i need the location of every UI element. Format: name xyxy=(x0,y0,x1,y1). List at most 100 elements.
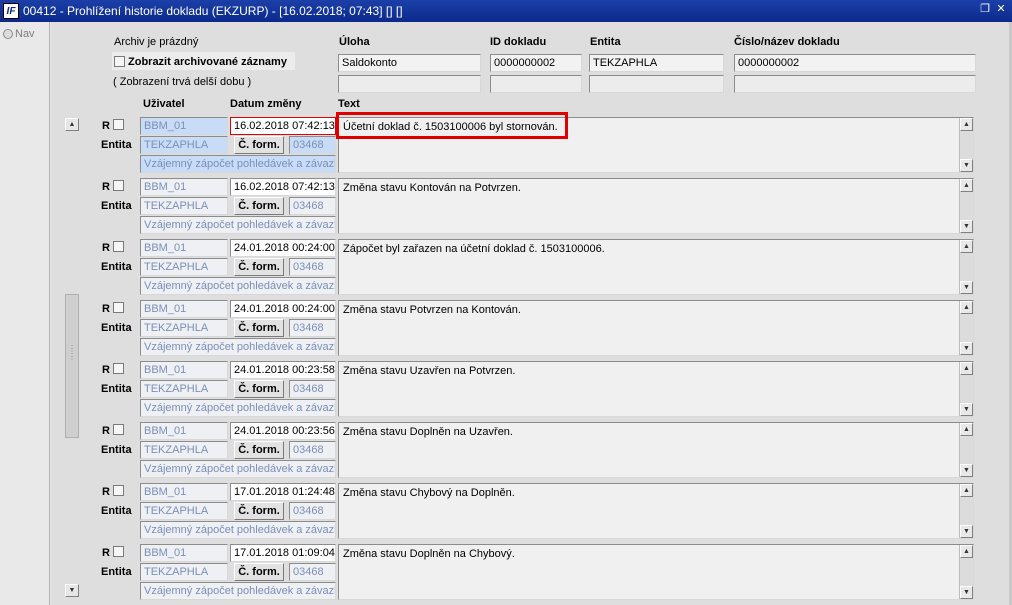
text-scrollbar[interactable]: ▲ ▼ xyxy=(959,545,973,599)
form-number-field[interactable]: 03468 xyxy=(289,136,336,154)
r-checkbox[interactable] xyxy=(113,363,124,374)
description-field[interactable]: Vzájemný zápočet pohledávek a závazků xyxy=(140,521,336,539)
form-number-field[interactable]: 03468 xyxy=(289,197,336,215)
text-area[interactable]: Zápočet byl zařazen na účetní doklad č. … xyxy=(338,239,974,295)
records-scroll-down-button[interactable]: ▼ xyxy=(65,584,79,597)
text-area[interactable]: Změna stavu Doplněn na Chybový. ▲ ▼ xyxy=(338,544,974,600)
date-field[interactable]: 24.01.2018 00:24:00 xyxy=(230,239,336,257)
entity-field[interactable]: TEKZAPHLA xyxy=(140,441,228,459)
r-checkbox[interactable] xyxy=(113,424,124,435)
description-field[interactable]: Vzájemný zápočet pohledávek a závazků xyxy=(140,277,336,295)
description-field[interactable]: Vzájemný zápočet pohledávek a závazků xyxy=(140,155,336,173)
text-area[interactable]: Změna stavu Doplněn na Uzavřen. ▲ ▼ xyxy=(338,422,974,478)
text-area[interactable]: Změna stavu Uzavřen na Potvrzen. ▲ ▼ xyxy=(338,361,974,417)
form-number-field[interactable]: 03468 xyxy=(289,380,336,398)
entita-field-2[interactable] xyxy=(589,75,724,93)
text-scroll-down-button[interactable]: ▼ xyxy=(960,403,973,416)
entity-field[interactable]: TEKZAPHLA xyxy=(140,563,228,581)
text-scroll-down-button[interactable]: ▼ xyxy=(960,220,973,233)
text-scroll-down-button[interactable]: ▼ xyxy=(960,342,973,355)
r-checkbox[interactable] xyxy=(113,302,124,313)
user-field[interactable]: BBM_01 xyxy=(140,117,228,135)
restore-icon[interactable]: ❐ xyxy=(978,3,992,17)
form-number-field[interactable]: 03468 xyxy=(289,258,336,276)
date-field[interactable]: 17.01.2018 01:09:04 xyxy=(230,544,336,562)
date-field[interactable]: 24.01.2018 00:24:00 xyxy=(230,300,336,318)
user-field[interactable]: BBM_01 xyxy=(140,178,228,196)
date-field[interactable]: 17.01.2018 01:24:48 xyxy=(230,483,336,501)
text-scrollbar[interactable]: ▲ ▼ xyxy=(959,179,973,233)
entity-field[interactable]: TEKZAPHLA xyxy=(140,136,228,154)
text-scroll-down-button[interactable]: ▼ xyxy=(960,525,973,538)
user-field[interactable]: BBM_01 xyxy=(140,544,228,562)
form-button[interactable]: Č. form. xyxy=(234,563,284,581)
r-checkbox[interactable] xyxy=(113,119,124,130)
description-field[interactable]: Vzájemný zápočet pohledávek a závazků xyxy=(140,460,336,478)
records-scroll-thumb[interactable]: ⋮ ⋮ xyxy=(65,294,79,438)
text-scrollbar[interactable]: ▲ ▼ xyxy=(959,240,973,294)
text-scrollbar[interactable]: ▲ ▼ xyxy=(959,118,973,172)
user-field[interactable]: BBM_01 xyxy=(140,422,228,440)
r-checkbox[interactable] xyxy=(113,485,124,496)
text-scroll-up-button[interactable]: ▲ xyxy=(960,423,973,436)
form-number-field[interactable]: 03468 xyxy=(289,502,336,520)
user-field[interactable]: BBM_01 xyxy=(140,483,228,501)
cislo-field[interactable]: 0000000002 xyxy=(734,54,976,72)
entity-field[interactable]: TEKZAPHLA xyxy=(140,258,228,276)
form-button[interactable]: Č. form. xyxy=(234,380,284,398)
id-field[interactable]: 0000000002 xyxy=(490,54,582,72)
text-scroll-down-button[interactable]: ▼ xyxy=(960,159,973,172)
text-area[interactable]: Změna stavu Potvrzen na Kontován. ▲ ▼ xyxy=(338,300,974,356)
text-scroll-up-button[interactable]: ▲ xyxy=(960,301,973,314)
text-scroll-down-button[interactable]: ▼ xyxy=(960,586,973,599)
user-field[interactable]: BBM_01 xyxy=(140,300,228,318)
text-scroll-up-button[interactable]: ▲ xyxy=(960,179,973,192)
entity-field[interactable]: TEKZAPHLA xyxy=(140,319,228,337)
entity-field[interactable]: TEKZAPHLA xyxy=(140,380,228,398)
text-scroll-up-button[interactable]: ▲ xyxy=(960,484,973,497)
uloha-field-2[interactable] xyxy=(338,75,481,93)
text-scroll-up-button[interactable]: ▲ xyxy=(960,545,973,558)
r-checkbox[interactable] xyxy=(113,180,124,191)
text-scrollbar[interactable]: ▲ ▼ xyxy=(959,484,973,538)
text-area[interactable]: Změna stavu Kontován na Potvrzen. ▲ ▼ xyxy=(338,178,974,234)
show-archived-toggle[interactable]: Zobrazit archivované záznamy xyxy=(112,52,295,70)
description-field[interactable]: Vzájemný zápočet pohledávek a závazků xyxy=(140,399,336,417)
text-scrollbar[interactable]: ▲ ▼ xyxy=(959,301,973,355)
description-field[interactable]: Vzájemný zápočet pohledávek a závazků xyxy=(140,582,336,600)
close-icon[interactable]: ✕ xyxy=(994,3,1008,17)
date-field[interactable]: 24.01.2018 00:23:58 xyxy=(230,361,336,379)
text-area[interactable]: Změna stavu Chybový na Doplněn. ▲ ▼ xyxy=(338,483,974,539)
date-field[interactable]: 24.01.2018 00:23:56 xyxy=(230,422,336,440)
entita-field[interactable]: TEKZAPHLA xyxy=(589,54,724,72)
user-field[interactable]: BBM_01 xyxy=(140,239,228,257)
r-checkbox[interactable] xyxy=(113,546,124,557)
form-button[interactable]: Č. form. xyxy=(234,441,284,459)
entity-field[interactable]: TEKZAPHLA xyxy=(140,197,228,215)
form-number-field[interactable]: 03468 xyxy=(289,563,336,581)
form-button[interactable]: Č. form. xyxy=(234,319,284,337)
form-number-field[interactable]: 03468 xyxy=(289,319,336,337)
id-field-2[interactable] xyxy=(490,75,582,93)
form-button[interactable]: Č. form. xyxy=(234,136,284,154)
text-scrollbar[interactable]: ▲ ▼ xyxy=(959,362,973,416)
form-button[interactable]: Č. form. xyxy=(234,502,284,520)
description-field[interactable]: Vzájemný zápočet pohledávek a závazků xyxy=(140,216,336,234)
entity-field[interactable]: TEKZAPHLA xyxy=(140,502,228,520)
uloha-field[interactable]: Saldokonto xyxy=(338,54,481,72)
form-button[interactable]: Č. form. xyxy=(234,197,284,215)
text-scroll-down-button[interactable]: ▼ xyxy=(960,464,973,477)
text-scrollbar[interactable]: ▲ ▼ xyxy=(959,423,973,477)
form-button[interactable]: Č. form. xyxy=(234,258,284,276)
date-field[interactable]: 16.02.2018 07:42:13 xyxy=(230,117,336,135)
r-checkbox[interactable] xyxy=(113,241,124,252)
text-scroll-down-button[interactable]: ▼ xyxy=(960,281,973,294)
records-scroll-up-button[interactable]: ▲ xyxy=(65,118,79,131)
text-scroll-up-button[interactable]: ▲ xyxy=(960,362,973,375)
text-scroll-up-button[interactable]: ▲ xyxy=(960,240,973,253)
nav-button[interactable]: Nav xyxy=(3,28,35,40)
text-scroll-up-button[interactable]: ▲ xyxy=(960,118,973,131)
date-field[interactable]: 16.02.2018 07:42:13 xyxy=(230,178,336,196)
show-archived-checkbox[interactable] xyxy=(114,56,125,67)
description-field[interactable]: Vzájemný zápočet pohledávek a závazků xyxy=(140,338,336,356)
